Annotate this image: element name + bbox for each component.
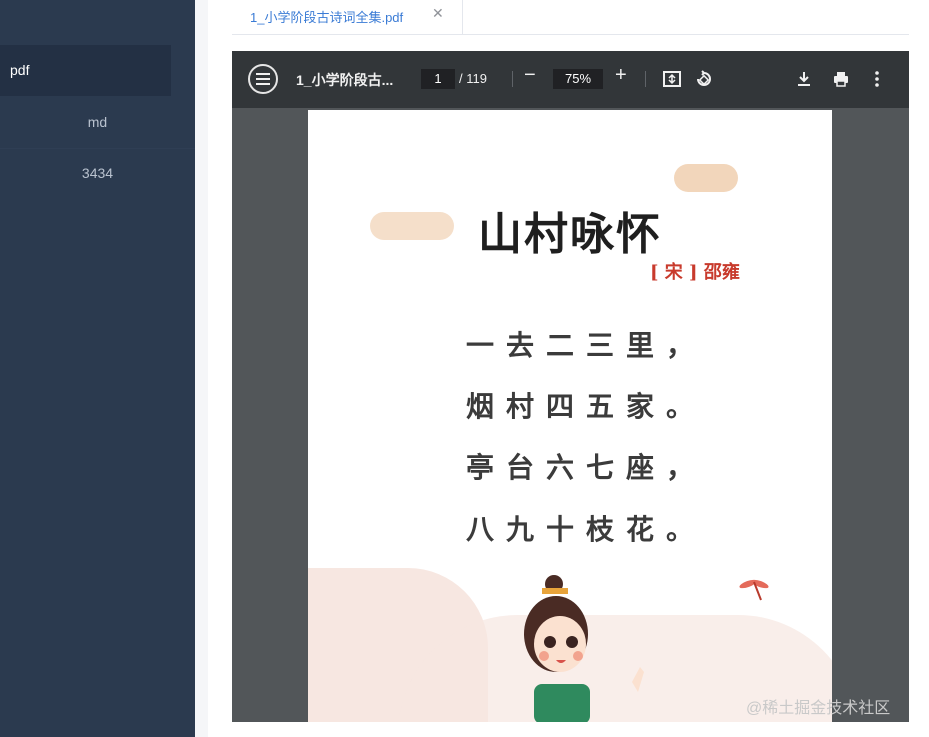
- download-icon[interactable]: [794, 69, 814, 89]
- sidebar-item-pdf[interactable]: pdf: [0, 45, 171, 96]
- pdf-page: 山村咏怀 [ 宋 ] 邵雍 一去二三里， 烟村四五家。 亭台六七座， 八九十枝花…: [308, 110, 832, 722]
- tab-bar: 1_小学阶段古诗词全集.pdf ✕: [232, 0, 909, 35]
- fit-page-icon[interactable]: [662, 69, 682, 89]
- toolbar-divider: [645, 71, 646, 87]
- poem-title: 山村咏怀: [478, 209, 662, 260]
- more-vert-icon[interactable]: [867, 69, 887, 89]
- pdf-toolbar: 1_小学阶段古... 1 / 119 − 75% +: [232, 51, 909, 108]
- rotate-icon[interactable]: [694, 69, 714, 89]
- content-gutter: [195, 0, 208, 737]
- tab-label[interactable]: 1_小学阶段古诗词全集.pdf: [250, 7, 403, 26]
- cloud-decoration: [370, 212, 454, 240]
- zoom-in-button[interactable]: +: [615, 64, 627, 87]
- page-total: / 119: [459, 71, 487, 86]
- print-icon[interactable]: [831, 69, 851, 89]
- tab-pdf-file[interactable]: 1_小学阶段古诗词全集.pdf ✕: [232, 0, 463, 34]
- sidebar: pdf md 3434: [0, 0, 195, 737]
- poem-line: 一去二三里，: [466, 329, 707, 362]
- poem-author: [ 宋 ] 邵雍: [650, 262, 740, 283]
- sidebar-item-md[interactable]: md: [0, 97, 195, 149]
- poem-line: 烟村四五家。: [466, 390, 707, 423]
- page-number-input[interactable]: 1: [421, 69, 455, 89]
- poem-line: 八九十枝花。: [466, 513, 707, 546]
- pdf-document-title: 1_小学阶段古...: [296, 72, 394, 88]
- watermark: @稀土掘金技术社区: [746, 700, 891, 717]
- dragonfly-illustration: [739, 579, 769, 601]
- pdf-viewer: 1_小学阶段古... 1 / 119 − 75% + 山村咏怀 [宋] 邵雍…: [232, 51, 909, 722]
- toolbar-divider: [512, 71, 513, 87]
- close-icon[interactable]: ✕: [432, 5, 444, 22]
- cloud-decoration: [674, 164, 738, 192]
- child-illustration: [524, 575, 644, 722]
- poem-line: 亭台六七座，: [466, 451, 707, 484]
- zoom-out-button[interactable]: −: [524, 64, 536, 87]
- menu-icon[interactable]: [248, 64, 278, 94]
- zoom-level-input[interactable]: 75%: [553, 69, 603, 89]
- sidebar-item-3434[interactable]: 3434: [0, 148, 195, 199]
